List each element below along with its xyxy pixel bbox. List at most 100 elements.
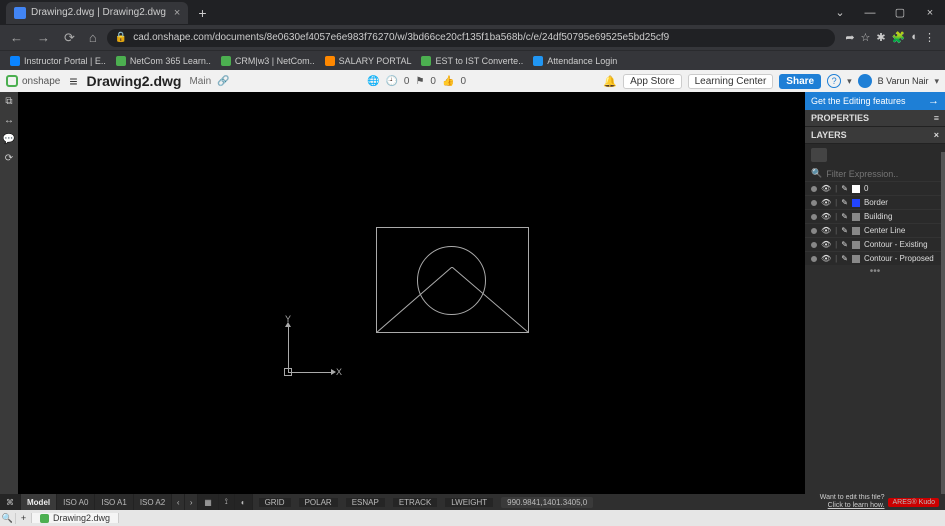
sheet-prev[interactable]: ‹ [172,494,185,510]
star-icon[interactable]: ☆ [861,31,871,44]
bookmark-item[interactable]: Instructor Portal | E.. [10,56,106,66]
toggle-etrack[interactable]: ETRACK [393,498,437,507]
layer-row[interactable]: 👁 | ✎ 0 [805,181,945,195]
layer-color-swatch[interactable] [852,185,860,193]
profile-icon[interactable]: ◐ [911,31,918,44]
forward-button[interactable]: → [33,30,54,45]
notifications-icon[interactable]: 🔔 [603,75,617,88]
chevron-down-icon[interactable]: ⌄ [825,0,855,25]
layer-filter-input[interactable] [826,169,943,179]
drawing-canvas[interactable]: Y X [18,92,805,494]
layer-edit-icon[interactable]: ✎ [841,198,848,207]
layer-edit-icon[interactable]: ✎ [841,226,848,235]
panel-scrollbar[interactable] [941,152,945,494]
puzzle-icon[interactable]: 🧩 [892,31,906,44]
back-button[interactable]: ← [6,30,27,45]
rail-icon-1[interactable]: ⧉ [5,96,12,107]
bookmark-item[interactable]: EST to IST Converte.. [421,56,523,66]
toggle-esnap[interactable]: ESNAP [346,498,385,507]
layer-color-swatch[interactable] [852,241,860,249]
share-button[interactable]: Share [779,74,821,89]
toggle-grid[interactable]: GRID [259,498,291,507]
layer-radio-icon[interactable] [811,186,817,192]
layer-visibility-icon[interactable]: 👁 [821,184,831,193]
tab-close-icon[interactable]: × [174,7,180,19]
status-icon-b[interactable]: ⟟ [219,494,235,510]
brand-block[interactable]: onshape [6,75,60,87]
layer-radio-icon[interactable] [811,200,817,206]
user-name[interactable]: B Varun Nair [878,76,929,86]
editing-banner[interactable]: Get the Editing features → [805,92,945,110]
layer-color-swatch[interactable] [852,227,860,235]
sheet-next[interactable]: › [185,494,198,510]
layers-header[interactable]: LAYERS × [805,127,945,144]
toggle-lweight[interactable]: LWEIGHT [445,498,493,507]
layer-radio-icon[interactable] [811,256,817,262]
bookmark-item[interactable]: Attendance Login [533,56,617,66]
layer-edit-icon[interactable]: ✎ [841,212,848,221]
bookmark-item[interactable]: SALARY PORTAL [325,56,412,66]
user-avatar[interactable] [858,74,872,88]
extensions-icon[interactable]: ✱ [876,31,885,44]
model-tab[interactable]: Model [21,494,57,510]
share-icon[interactable]: ➦ [845,31,854,44]
hamburger-icon[interactable]: ≡ [66,73,80,89]
layer-edit-icon[interactable]: ✎ [841,184,848,193]
close-icon[interactable]: × [934,130,939,140]
minimize-button[interactable]: — [855,0,885,25]
bookmark-item[interactable]: CRM|w3 | NetCom.. [221,56,315,66]
sheet-tab-0[interactable]: ISO A0 [57,494,95,510]
status-icon-c[interactable]: ◐ [235,494,253,510]
layer-color-swatch[interactable] [852,199,860,207]
layer-more[interactable]: ••• [805,265,945,278]
layer-visibility-icon[interactable]: 👁 [821,198,831,207]
appstore-button[interactable]: App Store [623,74,681,89]
url-field[interactable]: 🔒 cad.onshape.com/documents/8e0630ef4057… [107,29,836,47]
layer-row[interactable]: 👁 | ✎ Building [805,209,945,223]
maximize-button[interactable]: ▢ [885,0,915,25]
layer-edit-icon[interactable]: ✎ [841,254,848,263]
layer-row[interactable]: 👁 | ✎ Contour - Proposed [805,251,945,265]
layer-manager-icon[interactable] [811,148,827,162]
rail-icon-3[interactable]: 💬 [3,134,15,145]
branch-label[interactable]: Main [189,76,211,87]
globe-icon[interactable]: 🌐 [367,76,379,87]
properties-header[interactable]: PROPERTIES ≡ [805,110,945,127]
document-tab[interactable]: Drawing2.dwg [32,513,119,523]
reload-button[interactable]: ⟳ [60,30,79,46]
doc-search-icon[interactable]: 🔍 [0,513,16,524]
history-icon[interactable]: 🕘 [385,76,397,87]
status-icon-a[interactable]: ▦ [198,494,219,510]
layer-edit-icon[interactable]: ✎ [841,240,848,249]
layer-radio-icon[interactable] [811,242,817,248]
bookmark-item[interactable]: NetCom 365 Learn.. [116,56,211,66]
layer-visibility-icon[interactable]: 👁 [821,226,831,235]
doc-add-icon[interactable]: + [16,513,32,523]
layer-visibility-icon[interactable]: 👁 [821,212,831,221]
document-name[interactable]: Drawing2.dwg [87,73,182,89]
layer-row[interactable]: 👁 | ✎ Contour - Existing [805,237,945,251]
edit-prompt[interactable]: Want to edit this file? Click to learn h… [820,494,885,509]
home-button[interactable]: ⌂ [85,30,101,45]
sheet-tab-1[interactable]: ISO A1 [95,494,133,510]
layer-row[interactable]: 👁 | ✎ Border [805,195,945,209]
layer-radio-icon[interactable] [811,214,817,220]
thumb-icon[interactable]: 👍 [442,76,454,87]
layer-visibility-icon[interactable]: 👁 [821,254,831,263]
command-icon[interactable]: ⌘ [0,494,21,510]
link-icon[interactable]: 🔗 [217,76,229,87]
layer-visibility-icon[interactable]: 👁 [821,240,831,249]
rail-icon-2[interactable]: ↔ [4,115,14,126]
layer-row[interactable]: 👁 | ✎ Center Line [805,223,945,237]
learning-center-button[interactable]: Learning Center [688,74,774,89]
menu-icon[interactable]: ⋮ [924,31,935,44]
help-button[interactable]: ? [827,74,841,88]
layer-color-swatch[interactable] [852,255,860,263]
rail-icon-4[interactable]: ⟳ [5,153,13,164]
browser-tab[interactable]: Drawing2.dwg | Drawing2.dwg × [6,2,188,24]
close-window-button[interactable]: × [915,0,945,25]
toggle-polar[interactable]: POLAR [299,498,338,507]
sheet-tab-2[interactable]: ISO A2 [134,494,172,510]
layer-color-swatch[interactable] [852,213,860,221]
new-tab-button[interactable]: + [194,5,210,21]
